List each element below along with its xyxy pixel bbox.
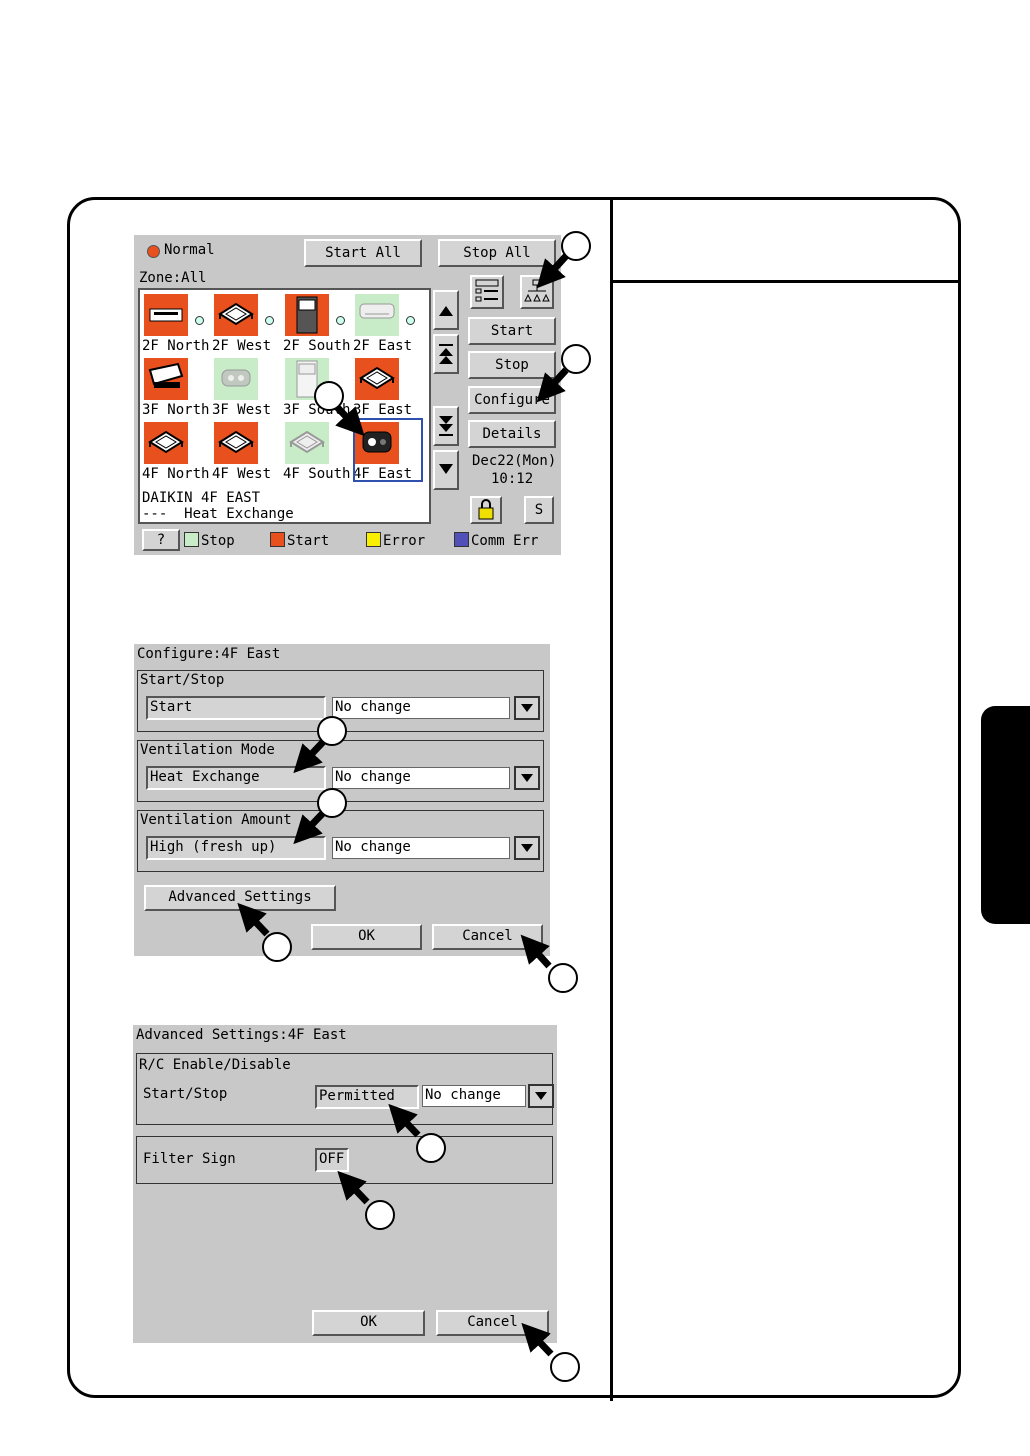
callout-marker [416,1133,446,1163]
callout-marker [548,963,578,993]
callout-arrows [237,253,569,1357]
callout-marker [550,1352,580,1382]
callout-marker [262,932,292,962]
callout-marker [561,231,591,261]
callout-marker [317,716,347,746]
callout-marker [317,788,347,818]
callout-marker [561,344,591,374]
callout-marker [365,1200,395,1230]
callout-marker [314,381,344,411]
